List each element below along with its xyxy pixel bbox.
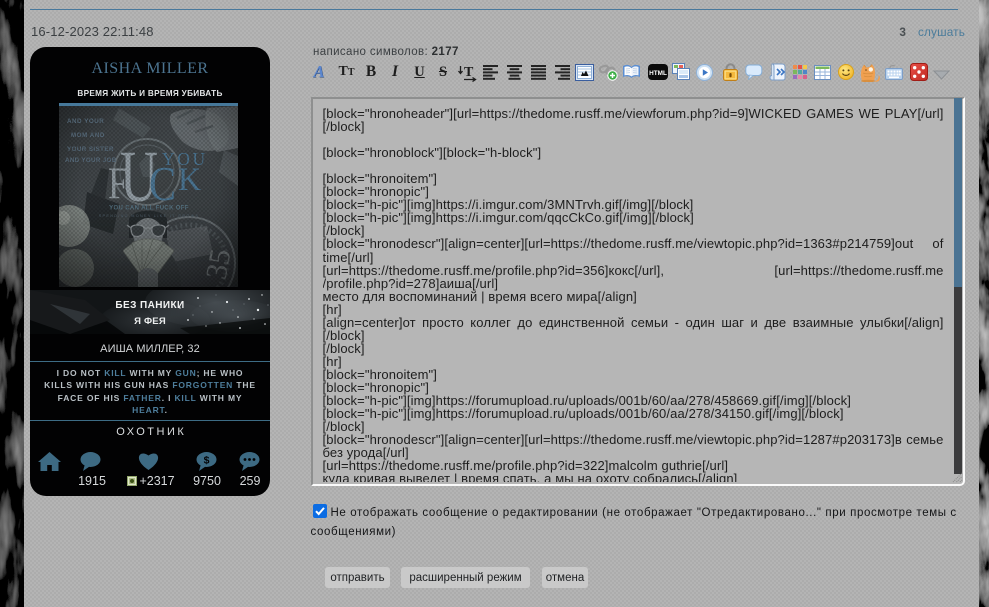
svg-text:$: $ — [204, 455, 210, 467]
svg-text:HTML: HTML — [649, 70, 667, 77]
